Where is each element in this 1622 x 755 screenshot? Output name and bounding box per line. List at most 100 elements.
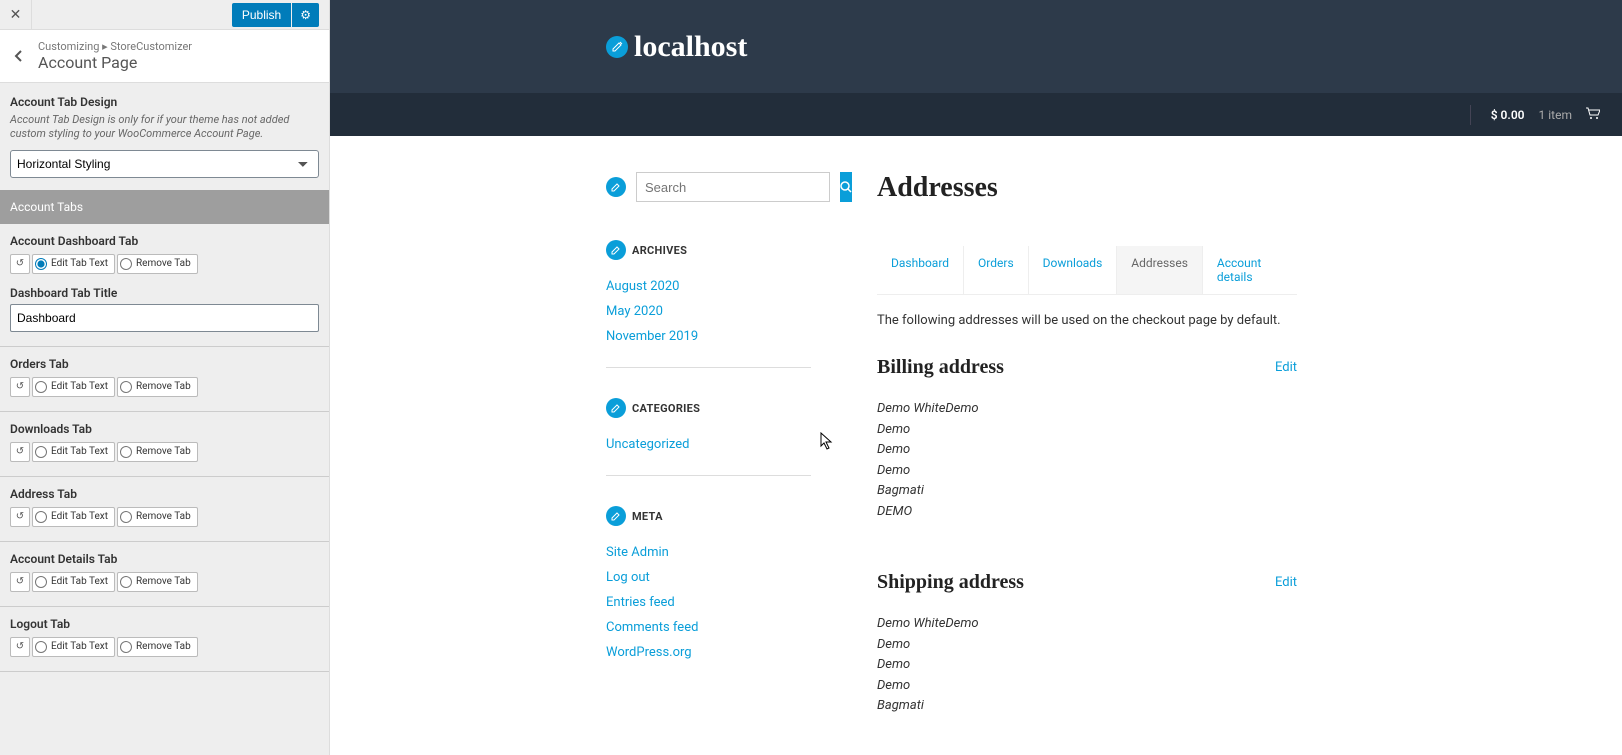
address-line: DEMO bbox=[877, 502, 1297, 522]
widget-title: META bbox=[632, 510, 663, 523]
edit-icon[interactable] bbox=[606, 36, 628, 58]
widget-link[interactable]: Uncategorized bbox=[606, 432, 811, 457]
reset-button[interactable]: ↺ bbox=[10, 637, 30, 657]
edit-tab-text-radio[interactable]: Edit Tab Text bbox=[32, 507, 115, 527]
tab-design-select[interactable]: Horizontal Styling bbox=[10, 150, 319, 178]
tab-section-label: Downloads Tab bbox=[10, 422, 319, 436]
customizer-sidebar: ✕ Publish ⚙ Customizing ▸ StoreCustomize… bbox=[0, 0, 330, 755]
meta-widget: META Site AdminLog outEntries feedCommen… bbox=[606, 506, 811, 683]
edit-icon[interactable] bbox=[606, 177, 626, 197]
tab-section-label: Orders Tab bbox=[10, 357, 319, 371]
close-customizer-button[interactable]: ✕ bbox=[0, 0, 32, 30]
search-input[interactable] bbox=[636, 172, 830, 202]
remove-tab-radio[interactable]: Remove Tab bbox=[117, 507, 198, 527]
search-button[interactable] bbox=[840, 172, 852, 202]
publish-settings-button[interactable]: ⚙ bbox=[292, 3, 319, 27]
reset-button[interactable]: ↺ bbox=[10, 572, 30, 592]
shipping-address: Demo WhiteDemoDemoDemoDemoBagmati bbox=[877, 614, 1297, 716]
remove-tab-radio[interactable]: Remove Tab bbox=[117, 442, 198, 462]
site-header: localhost bbox=[330, 0, 1622, 93]
widget-link[interactable]: Entries feed bbox=[606, 590, 811, 615]
list-item: Comments feed bbox=[606, 615, 811, 640]
cart-icon[interactable] bbox=[1586, 107, 1600, 123]
panel-title: Account Page bbox=[38, 53, 192, 72]
tab-design-label: Account Tab Design bbox=[0, 83, 329, 113]
widget-link[interactable]: Site Admin bbox=[606, 540, 811, 565]
list-item: Log out bbox=[606, 565, 811, 590]
account-tab[interactable]: Downloads bbox=[1029, 246, 1118, 294]
account-tab[interactable]: Dashboard bbox=[877, 246, 964, 294]
search-widget bbox=[606, 172, 811, 202]
widget-link[interactable]: Log out bbox=[606, 565, 811, 590]
address-line: Demo WhiteDemo bbox=[877, 399, 1297, 419]
widget-link[interactable]: August 2020 bbox=[606, 274, 811, 299]
widget-link[interactable]: May 2020 bbox=[606, 299, 811, 324]
list-item: May 2020 bbox=[606, 299, 811, 324]
address-line: Demo bbox=[877, 655, 1297, 675]
publish-button[interactable]: Publish bbox=[232, 3, 291, 27]
address-line: Bagmati bbox=[877, 481, 1297, 501]
list-item: Uncategorized bbox=[606, 432, 811, 457]
edit-icon[interactable] bbox=[606, 240, 626, 260]
site-preview: localhost $ 0.00 1 item ARCHIV bbox=[330, 0, 1622, 755]
remove-tab-radio[interactable]: Remove Tab bbox=[117, 254, 198, 274]
account-tab[interactable]: Addresses bbox=[1117, 246, 1203, 294]
edit-tab-text-radio[interactable]: Edit Tab Text bbox=[32, 637, 115, 657]
account-tab[interactable]: Orders bbox=[964, 246, 1029, 294]
tab-section-label: Logout Tab bbox=[10, 617, 319, 631]
account-tab-section: Downloads Tab ↺Edit Tab TextRemove Tab bbox=[0, 412, 329, 477]
cart-item-count: 1 item bbox=[1539, 108, 1572, 122]
widget-link[interactable]: WordPress.org bbox=[606, 640, 811, 665]
remove-tab-radio[interactable]: Remove Tab bbox=[117, 377, 198, 397]
account-tab[interactable]: Account details bbox=[1203, 246, 1297, 294]
account-tab-section: Orders Tab ↺Edit Tab TextRemove Tab bbox=[0, 347, 329, 412]
widget-title: CATEGORIES bbox=[632, 402, 700, 415]
site-title: localhost bbox=[634, 30, 747, 64]
archives-widget: ARCHIVES August 2020May 2020November 201… bbox=[606, 240, 811, 368]
list-item: Entries feed bbox=[606, 590, 811, 615]
edit-billing-link[interactable]: Edit bbox=[1275, 360, 1297, 375]
edit-tab-text-radio[interactable]: Edit Tab Text bbox=[32, 377, 115, 397]
reset-button[interactable]: ↺ bbox=[10, 377, 30, 397]
tab-section-label: Address Tab bbox=[10, 487, 319, 501]
reset-button[interactable]: ↺ bbox=[10, 442, 30, 462]
customizer-header: Customizing ▸ StoreCustomizer Account Pa… bbox=[0, 30, 329, 83]
account-tab-section: Account Dashboard Tab ↺Edit Tab TextRemov… bbox=[0, 224, 329, 347]
edit-tab-text-radio[interactable]: Edit Tab Text bbox=[32, 572, 115, 592]
address-line: Demo WhiteDemo bbox=[877, 614, 1297, 634]
shipping-address-heading: Shipping address bbox=[877, 571, 1024, 594]
address-line: Demo bbox=[877, 676, 1297, 696]
edit-tab-text-radio[interactable]: Edit Tab Text bbox=[32, 442, 115, 462]
list-item: Site Admin bbox=[606, 540, 811, 565]
customizer-topbar: ✕ Publish ⚙ bbox=[0, 0, 329, 30]
address-line: Bagmati bbox=[877, 696, 1297, 716]
edit-tab-text-radio[interactable]: Edit Tab Text bbox=[32, 254, 115, 274]
address-line: Demo bbox=[877, 461, 1297, 481]
remove-tab-radio[interactable]: Remove Tab bbox=[117, 572, 198, 592]
sidebar-widgets: ARCHIVES August 2020May 2020November 201… bbox=[606, 172, 811, 755]
tab-section-label: Account Dashboard Tab bbox=[10, 234, 319, 248]
account-tab-section: Address Tab ↺Edit Tab TextRemove Tab bbox=[0, 477, 329, 542]
widget-link[interactable]: November 2019 bbox=[606, 324, 811, 349]
billing-address: Demo WhiteDemoDemoDemoDemoBagmatiDEMO bbox=[877, 399, 1297, 521]
reset-button[interactable]: ↺ bbox=[10, 254, 30, 274]
billing-address-heading: Billing address bbox=[877, 356, 1004, 379]
site-brand[interactable]: localhost bbox=[606, 30, 747, 64]
account-tab-section: Account Details Tab↺Edit Tab TextRemove … bbox=[0, 542, 329, 607]
remove-tab-radio[interactable]: Remove Tab bbox=[117, 637, 198, 657]
edit-icon[interactable] bbox=[606, 398, 626, 418]
account-tabs-header: Account Tabs bbox=[0, 190, 329, 224]
edit-shipping-link[interactable]: Edit bbox=[1275, 575, 1297, 590]
cart-total: $ 0.00 bbox=[1491, 108, 1525, 122]
dashboard-tab-title-input[interactable] bbox=[10, 304, 319, 332]
account-tab-section: Logout Tab ↺Edit Tab TextRemove Tab bbox=[0, 607, 329, 672]
list-item: WordPress.org bbox=[606, 640, 811, 665]
reset-button[interactable]: ↺ bbox=[10, 507, 30, 527]
breadcrumb: Customizing ▸ StoreCustomizer bbox=[38, 40, 192, 53]
widget-title: ARCHIVES bbox=[632, 244, 687, 257]
widget-link[interactable]: Comments feed bbox=[606, 615, 811, 640]
edit-icon[interactable] bbox=[606, 506, 626, 526]
dashboard-tab-title-label: Dashboard Tab Title bbox=[10, 286, 319, 300]
address-line: Demo bbox=[877, 420, 1297, 440]
back-button[interactable] bbox=[6, 43, 32, 69]
